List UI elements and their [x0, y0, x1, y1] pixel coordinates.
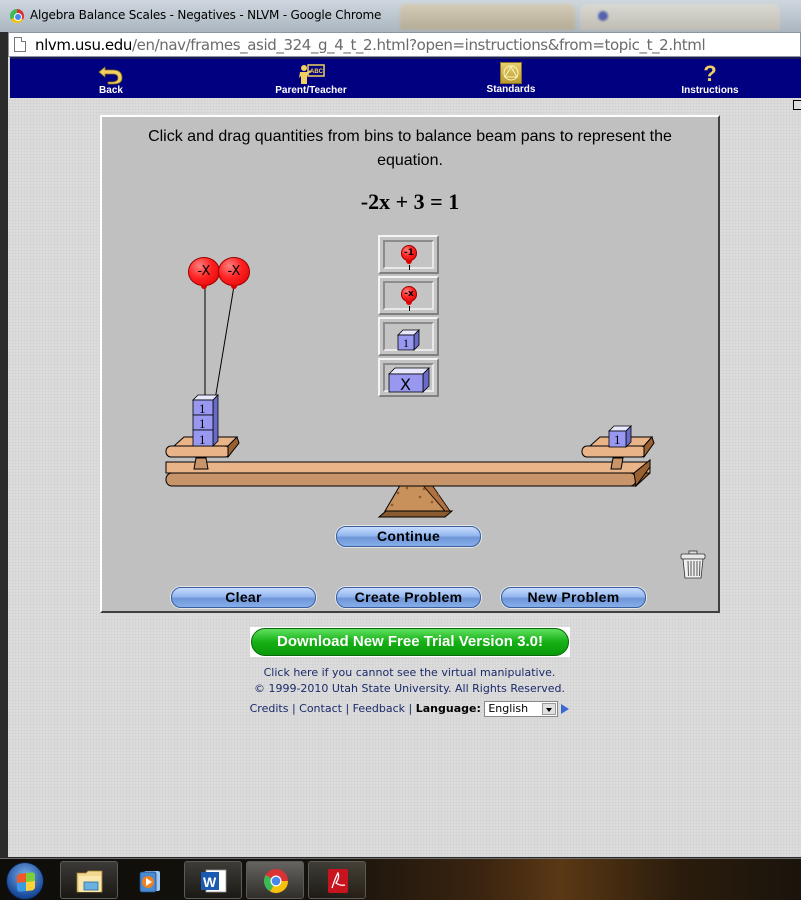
separator: | [408, 702, 416, 715]
separator: | [345, 702, 353, 715]
page-icon [14, 37, 26, 52]
url-host: nlvm.usu.edu [35, 36, 132, 54]
chevron-down-icon [542, 703, 557, 715]
unit-block-label: 1 [199, 416, 206, 431]
right-pan-blocks: 1 [608, 424, 634, 448]
unit-block-label: 1 [614, 432, 621, 447]
create-problem-button[interactable]: Create Problem [336, 587, 481, 608]
window-titlebar: Algebra Balance Scales - Negatives - NLV… [0, 0, 801, 32]
unit-block-label: 1 [199, 401, 206, 416]
taskbar-explorer-button[interactable] [60, 861, 118, 899]
start-button[interactable] [6, 862, 44, 900]
footer-links: Credits | Contact | Feedback | Language:… [8, 701, 801, 717]
media-player-icon [139, 871, 160, 893]
nav-standards-button[interactable]: Standards [461, 62, 561, 95]
window-title: Algebra Balance Scales - Negatives - NLV… [30, 8, 382, 22]
folder-icon [76, 870, 103, 893]
chrome-icon [263, 869, 288, 894]
feedback-link[interactable]: Feedback [353, 702, 405, 715]
back-arrow-icon [96, 63, 126, 85]
browser-tab[interactable] [400, 4, 575, 30]
acrobat-icon [328, 869, 348, 893]
trash-can-icon[interactable] [680, 550, 706, 579]
fulcrum [377, 481, 454, 518]
svg-text:W: W [203, 874, 217, 890]
taskbar-word-button[interactable]: W [184, 861, 242, 899]
download-trial-button[interactable]: Download New Free Trial Version 3.0! [250, 627, 570, 657]
unit-block-label: 1 [199, 432, 206, 447]
nav-parent-teacher-button[interactable]: ABC Parent/Teacher [261, 63, 361, 96]
teacher-icon: ABC [296, 63, 326, 85]
credits-link[interactable]: Credits [250, 702, 289, 715]
taskbar-media-player-button[interactable] [121, 861, 179, 899]
browser-tab[interactable] [580, 4, 780, 30]
left-pan-blocks: 1 1 1 [192, 393, 220, 447]
nav-parent-teacher-label: Parent/Teacher [275, 85, 347, 96]
svg-text:ABC: ABC [310, 69, 324, 75]
beam [165, 458, 651, 488]
nav-back-button[interactable]: Back [61, 63, 161, 96]
question-mark-icon: ? [703, 61, 717, 86]
cannot-see-link[interactable]: Click here if you cannot see the virtual… [264, 666, 556, 679]
language-select[interactable]: English [484, 701, 559, 717]
url-path: /en/nav/frames_asid_324_g_4_t_2.html?ope… [132, 36, 706, 54]
nav-instructions-label: Instructions [681, 85, 739, 96]
negative-x-balloon[interactable]: -X [188, 257, 220, 289]
nav-back-label: Back [99, 85, 123, 96]
frame-edge-box [793, 100, 801, 110]
continue-button[interactable]: Continue [336, 526, 481, 547]
go-arrow-icon[interactable] [561, 704, 570, 714]
page-content: Back ABC Parent/Teacher Standards ? Inst… [8, 57, 801, 857]
address-bar[interactable]: nlvm.usu.edu/en/nav/frames_asid_324_g_4_… [8, 32, 801, 57]
nav-instructions-button[interactable]: ? Instructions [660, 61, 760, 97]
balloon-string [214, 273, 237, 401]
taskbar-acrobat-button[interactable] [308, 861, 366, 899]
clear-button[interactable]: Clear [171, 587, 316, 608]
balance-scale-applet: Click and drag quantities from bins to b… [100, 115, 720, 613]
language-value: English [488, 702, 529, 715]
chrome-icon [10, 9, 24, 23]
taskbar-chrome-button[interactable] [246, 861, 304, 899]
new-problem-button[interactable]: New Problem [501, 587, 646, 608]
language-label: Language: [415, 702, 481, 715]
copyright-text: © 1999-2010 Utah State University. All R… [253, 682, 566, 695]
contact-link[interactable]: Contact [299, 702, 342, 715]
tab-favicon [598, 11, 608, 21]
download-trial-label: Download New Free Trial Version 3.0! [251, 628, 569, 656]
url-text[interactable]: nlvm.usu.edu/en/nav/frames_asid_324_g_4_… [35, 36, 706, 54]
windows-taskbar: W [0, 858, 801, 900]
word-icon: W [201, 869, 227, 893]
nlvm-navbar: Back ABC Parent/Teacher Standards ? Inst… [10, 57, 801, 98]
standards-icon [500, 62, 522, 84]
windows-logo-icon [17, 872, 35, 892]
negative-x-balloon[interactable]: -X [218, 257, 250, 289]
nav-standards-label: Standards [486, 84, 536, 95]
